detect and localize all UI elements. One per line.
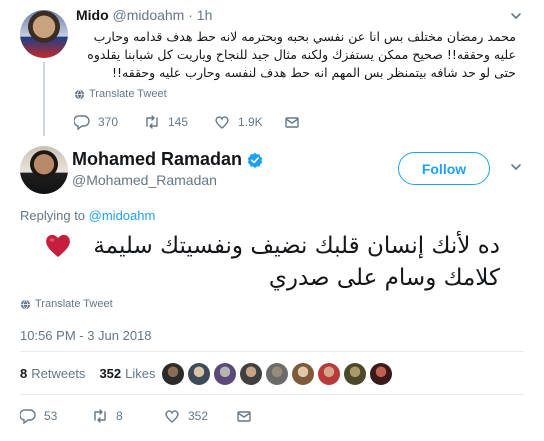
tweet-text-line: كلامك وسام على صدري <box>268 265 500 291</box>
heart-icon <box>165 410 179 423</box>
author-handle[interactable]: @Mohamed_Ramadan <box>72 172 217 188</box>
retweet-icon <box>146 115 158 129</box>
avatar[interactable] <box>266 363 288 385</box>
like-count: 352 <box>188 409 209 423</box>
globe-icon <box>20 299 31 309</box>
retweet-count: 145 <box>168 115 189 129</box>
avatar[interactable] <box>344 363 366 385</box>
retweets-stat[interactable]: 8 Retweets <box>20 366 85 381</box>
tweet-time[interactable]: 1h <box>197 7 213 23</box>
retweet-count: 8 <box>116 409 123 423</box>
replying-handle-link[interactable]: @midoahm <box>89 208 156 223</box>
avatar[interactable] <box>20 10 68 58</box>
translate-link[interactable]: Translate Tweet <box>20 298 113 310</box>
verified-badge-icon <box>247 152 263 168</box>
tweet-text: ده لأنك إنسان قلبك نضيف ونفسيتك سليمة كل… <box>30 230 500 294</box>
follow-button[interactable]: Follow <box>398 152 490 185</box>
reply-tweet[interactable]: Mido @midoahm · 1h محمد رمضان مختلف بس ا… <box>0 0 544 140</box>
globe-icon <box>74 89 85 99</box>
reply-icon <box>74 115 90 130</box>
avatar[interactable] <box>292 363 314 385</box>
reply-count: 370 <box>98 115 119 129</box>
reply-button[interactable]: 53 <box>20 408 92 424</box>
author-name[interactable]: Mohamed Ramadan <box>72 149 242 170</box>
separator-dot: · <box>188 7 193 23</box>
divider <box>20 351 524 352</box>
like-button[interactable]: 1.9K <box>214 114 284 130</box>
retweet-button[interactable]: 145 <box>144 114 214 130</box>
avatar[interactable] <box>188 363 210 385</box>
thread-line <box>43 62 45 136</box>
reply-count: 53 <box>44 409 58 423</box>
divider <box>20 394 524 395</box>
retweets-stat-count: 8 <box>20 366 28 381</box>
avatar[interactable] <box>240 363 262 385</box>
likers-avatars <box>162 363 392 385</box>
tweet-text-line: ده لأنك إنسان قلبك نضيف ونفسيتك سليمة <box>93 233 500 259</box>
avatar[interactable] <box>20 146 68 194</box>
like-count: 1.9K <box>238 115 263 129</box>
replying-prefix: Replying to <box>20 208 89 223</box>
avatar[interactable] <box>318 363 340 385</box>
translate-label: Translate Tweet <box>89 88 167 100</box>
message-button[interactable] <box>284 114 300 130</box>
main-tweet-header: Mohamed Ramadan @Mohamed_Ramadan Follow <box>0 140 544 200</box>
replying-to: Replying to @midoahm <box>20 208 155 223</box>
tweet-header: Mido @midoahm · 1h <box>76 7 212 23</box>
avatar[interactable] <box>214 363 236 385</box>
likes-stat[interactable]: 352 Likes <box>99 366 155 381</box>
likes-stat-count: 352 <box>99 366 122 381</box>
heart-icon <box>215 116 229 129</box>
translate-link[interactable]: Translate Tweet <box>74 88 167 100</box>
author-handle[interactable]: @midoahm <box>113 7 185 23</box>
tweet-stats: 8 Retweets 352 Likes <box>20 366 170 381</box>
red-heart-emoji-icon <box>46 234 70 257</box>
reply-button[interactable]: 370 <box>74 114 144 130</box>
author-name-row[interactable]: Mohamed Ramadan <box>72 149 263 170</box>
chevron-down-icon[interactable] <box>510 10 522 22</box>
envelope-icon <box>237 411 251 422</box>
avatar[interactable] <box>370 363 392 385</box>
tweet-text: محمد رمضان مختلف بس انا عن نفسي بحبه وبح… <box>87 29 516 80</box>
retweets-stat-label: Retweets <box>31 366 86 381</box>
tweet-timestamp[interactable]: 10:56 PM - 3 Jun 2018 <box>20 328 152 343</box>
envelope-icon <box>285 117 299 128</box>
translate-label: Translate Tweet <box>35 298 113 310</box>
avatar[interactable] <box>162 363 184 385</box>
action-bar: 370 145 1.9K <box>74 114 300 130</box>
message-button[interactable] <box>236 408 252 424</box>
likes-stat-label: Likes <box>125 366 156 381</box>
chevron-down-icon[interactable] <box>510 161 522 173</box>
like-button[interactable]: 352 <box>164 408 236 424</box>
author-name[interactable]: Mido <box>76 7 109 23</box>
retweet-button[interactable]: 8 <box>92 408 164 424</box>
retweet-icon <box>94 409 106 423</box>
reply-icon <box>20 409 36 424</box>
action-bar: 53 8 352 <box>20 408 252 424</box>
